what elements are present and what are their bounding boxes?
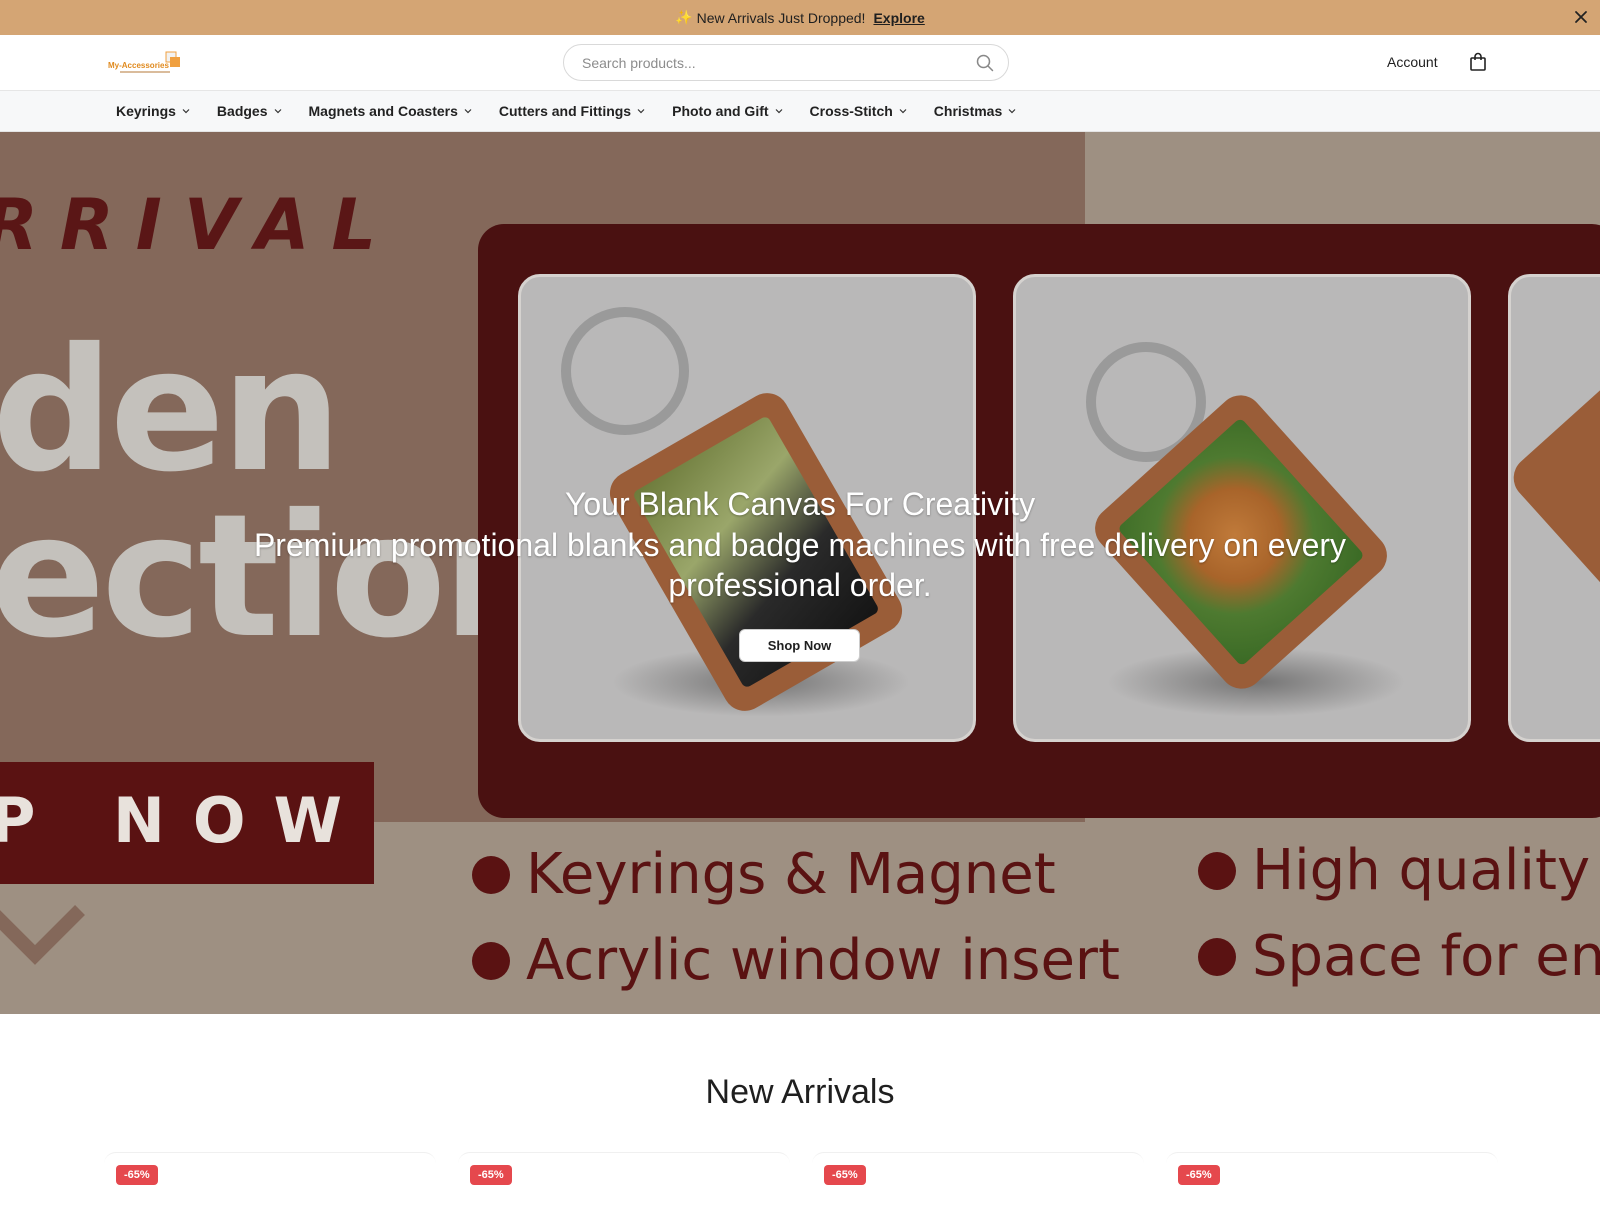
site-header: My-Accessories Account: [0, 35, 1600, 91]
discount-badge: -65%: [1178, 1165, 1220, 1185]
discount-badge: -65%: [116, 1165, 158, 1185]
nav-item-label: Christmas: [933, 103, 1003, 119]
site-logo[interactable]: My-Accessories: [108, 51, 182, 77]
announcement-text: New Arrivals Just Dropped!: [696, 9, 866, 26]
hero-banner: RRIVAL den ection P NOW Keyrings & Magne…: [0, 132, 1600, 1014]
chevron-down-icon: [182, 109, 190, 114]
chevron-down-icon: [637, 109, 645, 114]
nav-item-cross-stitch[interactable]: Cross-Stitch: [810, 103, 908, 119]
nav-item-magnets-coasters[interactable]: Magnets and Coasters: [309, 103, 473, 119]
chevron-down-icon: [775, 109, 782, 114]
nav-item-cutters-fittings[interactable]: Cutters and Fittings: [499, 103, 646, 119]
nav-item-keyrings[interactable]: Keyrings: [116, 103, 191, 119]
nav-item-badges[interactable]: Badges: [217, 103, 283, 119]
nav-item-label: Badges: [216, 103, 268, 119]
nav-item-label: Keyrings: [116, 103, 176, 119]
account-link[interactable]: Account: [1387, 54, 1438, 70]
chevron-down-icon: [464, 109, 472, 114]
product-card[interactable]: -65%: [812, 1152, 1144, 1213]
search-icon[interactable]: [976, 54, 994, 72]
product-card[interactable]: -65%: [104, 1152, 436, 1213]
hero-subheading: Premium promotional blanks and badge mac…: [253, 527, 1347, 603]
nav-item-label: Cross-Stitch: [809, 103, 893, 119]
nav-item-label: Photo and Gift: [672, 103, 769, 119]
product-card[interactable]: -65%: [1166, 1152, 1498, 1213]
nav-item-label: Magnets and Coasters: [308, 103, 458, 119]
shopping-bag-icon[interactable]: [1469, 52, 1487, 72]
section-title: New Arrivals: [705, 1073, 895, 1111]
main-nav: Keyrings Badges Magnets and Coasters Cut…: [0, 91, 1600, 132]
discount-badge: -65%: [470, 1165, 512, 1185]
nav-item-christmas[interactable]: Christmas: [934, 103, 1017, 119]
chevron-down-icon: [1008, 109, 1016, 114]
explore-link[interactable]: Explore: [873, 10, 924, 26]
svg-text:My-Accessories: My-Accessories: [108, 61, 169, 70]
announcement-bar: ✨ New Arrivals Just Dropped! Explore: [0, 0, 1600, 35]
product-card[interactable]: -65%: [458, 1152, 790, 1213]
hero-text-overlay: Your Blank Canvas For Creativity Premium…: [0, 132, 1600, 1014]
sparkles-icon: ✨: [675, 9, 693, 25]
search-input[interactable]: [580, 53, 976, 72]
nav-item-photo-gift[interactable]: Photo and Gift: [672, 103, 783, 119]
close-icon[interactable]: [1572, 8, 1590, 26]
nav-item-label: Cutters and Fittings: [498, 103, 632, 119]
chevron-down-icon: [899, 109, 907, 114]
hero-heading: Your Blank Canvas For Creativity: [564, 486, 1036, 522]
search-bar: [563, 44, 1009, 81]
discount-badge: -65%: [824, 1165, 866, 1185]
shop-now-button[interactable]: Shop Now: [739, 629, 860, 662]
chevron-down-icon: [274, 109, 281, 114]
